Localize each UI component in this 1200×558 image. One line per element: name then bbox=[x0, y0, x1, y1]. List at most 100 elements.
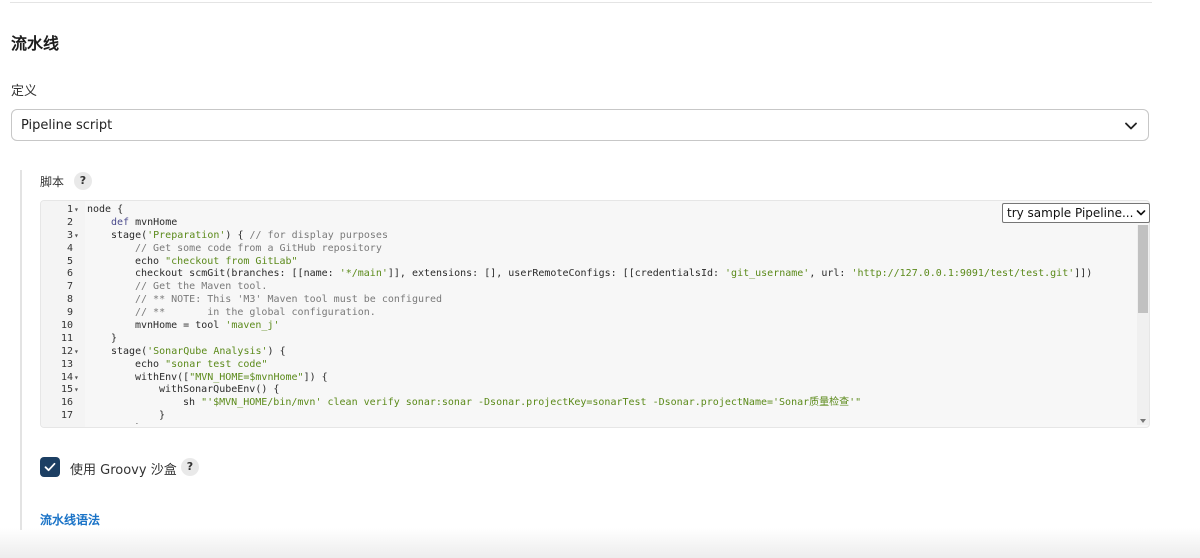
code-text: // Get the Maven tool. bbox=[135, 281, 267, 294]
code-text: mvnHome = tool 'maven_j' bbox=[135, 320, 280, 333]
line-number: 9 bbox=[66, 307, 73, 319]
script-editor[interactable]: 1 ▾ node {2 def mvnHome 3 ▾ stage('Preparation… bbox=[40, 200, 1150, 428]
code-line[interactable]: 18} bbox=[41, 423, 1135, 424]
code-line[interactable]: 3 ▾ stage('Preparation') { // for display … bbox=[41, 230, 1135, 243]
code-text: withEnv(["MVN_HOME=$mvnHome"]) { bbox=[135, 372, 328, 385]
code-line[interactable]: 9 // ** in the global configuration. bbox=[41, 307, 1135, 320]
scroll-down-arrow-icon[interactable] bbox=[1140, 419, 1146, 423]
code-token: ) { bbox=[267, 345, 286, 357]
code-line[interactable]: 15 ▾ withSonarQubeEnv() { bbox=[41, 384, 1135, 397]
code-text: // Get some code from a GitHub repositor… bbox=[135, 243, 382, 256]
code-area[interactable]: 1 ▾ node {2 def mvnHome 3 ▾ stage('Preparation… bbox=[41, 204, 1135, 424]
section-indent-bar bbox=[20, 170, 22, 530]
code-text: withSonarQubeEnv() { bbox=[159, 384, 279, 397]
definition-selected-value: Pipeline script bbox=[21, 118, 113, 133]
chevron-down-icon bbox=[1125, 122, 1137, 130]
line-number: 10 bbox=[60, 320, 73, 332]
code-text: } bbox=[159, 410, 165, 423]
line-number: 5 bbox=[66, 255, 73, 267]
line-number: 18 bbox=[41, 423, 73, 424]
fold-arrow-icon[interactable]: ▾ bbox=[74, 230, 82, 243]
code-line[interactable]: 6 checkout scmGit(branches: [[name: '*/ma… bbox=[41, 268, 1135, 281]
code-line[interactable]: 11} bbox=[41, 333, 1135, 346]
groovy-sandbox-checkbox[interactable] bbox=[40, 457, 60, 477]
scrollbar-thumb[interactable] bbox=[1138, 225, 1148, 313]
fold-arrow-icon[interactable]: ▾ bbox=[74, 372, 82, 385]
bottom-shade bbox=[0, 528, 1200, 558]
code-text: stage('Preparation') { // for display pu… bbox=[111, 230, 388, 243]
code-line[interactable]: 8 // ** NOTE: This 'M3' Maven tool must b… bbox=[41, 294, 1135, 307]
code-token: node { bbox=[87, 204, 124, 215]
code-token: "'$MVN_HOME/bin/mvn' clean verify sonar:… bbox=[201, 397, 862, 409]
code-token: echo bbox=[135, 358, 166, 370]
code-token: "checkout from GitLab" bbox=[165, 255, 298, 267]
code-line[interactable]: 1 ▾ node { bbox=[41, 204, 1135, 217]
code-token: ]) { bbox=[303, 371, 328, 383]
code-line[interactable]: 10 mvnHome = tool 'maven_j' bbox=[41, 320, 1135, 333]
code-token: } bbox=[135, 423, 141, 424]
code-token: } bbox=[111, 332, 118, 344]
code-token: ]]) bbox=[1074, 268, 1093, 280]
sandbox-help-icon[interactable]: ? bbox=[181, 458, 199, 476]
script-help-icon[interactable]: ? bbox=[74, 172, 92, 190]
code-text: } bbox=[135, 423, 141, 424]
line-number: 14 bbox=[60, 371, 73, 383]
code-token: } bbox=[159, 410, 166, 422]
code-token: "sonar test code" bbox=[165, 358, 268, 370]
code-line[interactable]: 5 echo "checkout from GitLab" bbox=[41, 256, 1135, 269]
code-line[interactable]: 16 sh "'$MVN_HOME/bin/mvn' clean verify s… bbox=[41, 397, 1135, 410]
code-token: // Get some code from a GitHub repositor… bbox=[135, 242, 382, 254]
code-token: withSonarQubeEnv() { bbox=[159, 384, 280, 396]
code-token: def bbox=[111, 216, 136, 228]
code-token: 'Preparation' bbox=[147, 229, 226, 241]
pipeline-syntax-link[interactable]: 流水线语法 bbox=[40, 511, 100, 528]
top-divider bbox=[10, 0, 1152, 3]
line-number: 1 bbox=[66, 204, 73, 215]
code-token: // for display purposes bbox=[249, 229, 388, 241]
code-text: echo "checkout from GitLab" bbox=[135, 256, 298, 269]
chevron-down-icon bbox=[1136, 210, 1146, 216]
sample-pipeline-value: try sample Pipeline... bbox=[1007, 206, 1134, 220]
code-line[interactable]: 17} bbox=[41, 410, 1135, 423]
line-number: 6 bbox=[66, 268, 73, 280]
code-line[interactable]: 13 echo "sonar test code" bbox=[41, 359, 1135, 372]
check-icon bbox=[44, 462, 56, 472]
code-line[interactable]: 14 ▾ withEnv(["MVN_HOME=$mvnHome"]) { bbox=[41, 372, 1135, 385]
code-line[interactable]: 4 // Get some code from a GitHub reposito… bbox=[41, 243, 1135, 256]
line-number: 16 bbox=[60, 397, 73, 409]
line-number: 2 bbox=[66, 216, 73, 228]
definition-select[interactable]: Pipeline script bbox=[11, 109, 1149, 141]
code-line[interactable]: 12 ▾ stage('SonarQube Analysis') { bbox=[41, 346, 1135, 359]
code-token: // ** NOTE: This 'M3' Maven tool must be… bbox=[135, 294, 443, 306]
line-number: 13 bbox=[60, 358, 73, 370]
definition-label: 定义 bbox=[11, 84, 38, 99]
line-number: 8 bbox=[66, 294, 73, 306]
code-token: sh bbox=[183, 397, 202, 409]
code-token: ]], extensions: [], userRemoteConfigs: [… bbox=[387, 268, 726, 280]
line-number: 4 bbox=[66, 242, 73, 254]
code-token: // Get the Maven tool. bbox=[135, 281, 268, 293]
code-token: 'SonarQube Analysis' bbox=[147, 345, 268, 357]
line-number: 12 bbox=[60, 345, 73, 357]
code-token: checkout scmGit(branches: [[name: bbox=[135, 268, 340, 280]
code-text: node { bbox=[87, 204, 123, 217]
code-token: 'http://127.0.0.1:9091/test/test.git' bbox=[851, 268, 1075, 280]
fold-arrow-icon[interactable]: ▾ bbox=[74, 384, 82, 397]
line-number: 17 bbox=[60, 410, 73, 422]
line-number: 7 bbox=[66, 281, 73, 293]
code-line[interactable]: 2 def mvnHome bbox=[41, 217, 1135, 230]
code-text: stage('SonarQube Analysis') { bbox=[111, 346, 286, 359]
editor-scrollbar[interactable] bbox=[1137, 225, 1149, 425]
fold-arrow-icon[interactable]: ▾ bbox=[74, 204, 82, 217]
sample-pipeline-select[interactable]: try sample Pipeline... bbox=[1002, 203, 1150, 223]
script-label: 脚本 bbox=[40, 175, 65, 189]
pipeline-config-page: 流水线 定义 Pipeline script 脚本 ? 1 ▾ node {2 def… bbox=[0, 0, 1200, 558]
code-token: stage( bbox=[111, 345, 148, 357]
section-title: 流水线 bbox=[11, 34, 60, 53]
code-token: ) { bbox=[225, 229, 250, 241]
code-token: "MVN_HOME=$mvnHome" bbox=[189, 371, 304, 383]
code-text: checkout scmGit(branches: [[name: '*/mai… bbox=[135, 268, 1092, 281]
fold-arrow-icon[interactable]: ▾ bbox=[74, 346, 82, 359]
code-line[interactable]: 7 // Get the Maven tool. bbox=[41, 281, 1135, 294]
line-number: 15 bbox=[60, 384, 73, 396]
